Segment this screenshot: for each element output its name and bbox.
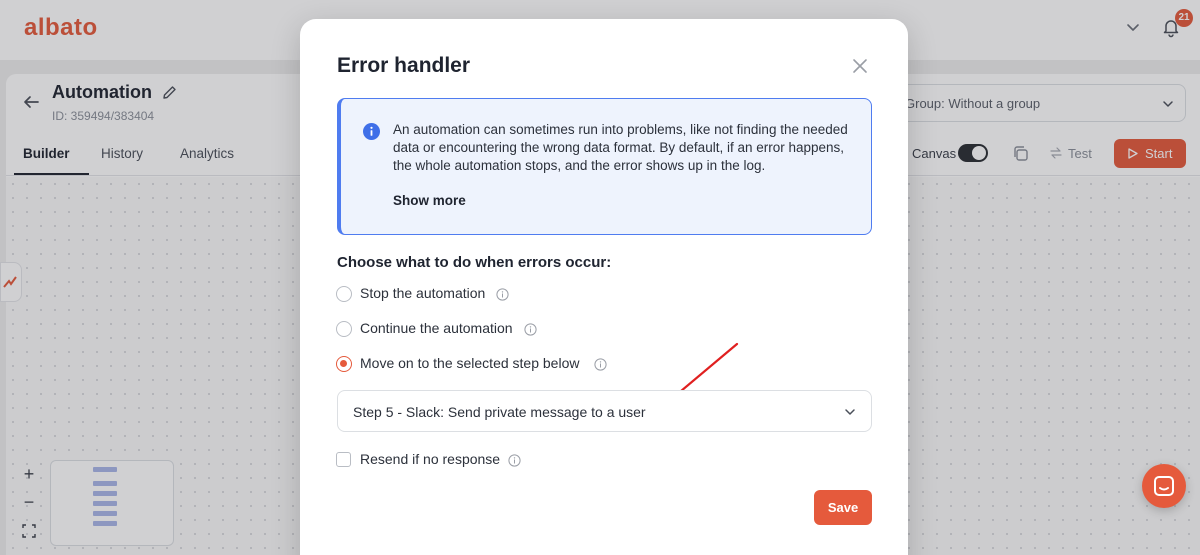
option-label: Move on to the selected step below xyxy=(360,355,580,371)
resend-label: Resend if no response xyxy=(360,451,501,467)
info-text: An automation can sometimes run into pro… xyxy=(393,122,848,173)
info-hint-icon[interactable] xyxy=(594,358,607,371)
info-hint-icon[interactable] xyxy=(524,323,537,336)
radio-button[interactable] xyxy=(336,321,352,337)
info-hint-icon[interactable] xyxy=(496,288,509,301)
step-select-value: Step 5 - Slack: Send private message to … xyxy=(353,404,646,420)
chat-support-button[interactable] xyxy=(1142,464,1186,508)
radio-button[interactable] xyxy=(336,286,352,302)
radio-dot xyxy=(340,360,347,367)
chevron-down-icon xyxy=(845,409,855,415)
error-handler-modal: Error handler An automation can sometime… xyxy=(300,19,908,555)
error-options-heading: Choose what to do when errors occur: xyxy=(337,254,612,271)
info-box: An automation can sometimes run into pro… xyxy=(337,98,872,235)
resend-checkbox[interactable] xyxy=(336,452,351,467)
info-hint-icon[interactable] xyxy=(508,454,521,467)
info-icon xyxy=(363,123,380,140)
option-label: Stop the automation xyxy=(360,285,486,301)
close-icon[interactable] xyxy=(851,57,869,75)
option-label: Continue the automation xyxy=(360,320,513,336)
chat-icon xyxy=(1154,476,1174,496)
step-select-dropdown[interactable]: Step 5 - Slack: Send private message to … xyxy=(337,390,872,432)
show-more-link[interactable]: Show more xyxy=(393,193,466,208)
radio-button-selected[interactable] xyxy=(336,356,352,372)
save-button[interactable]: Save xyxy=(814,490,872,525)
modal-title: Error handler xyxy=(337,54,471,77)
